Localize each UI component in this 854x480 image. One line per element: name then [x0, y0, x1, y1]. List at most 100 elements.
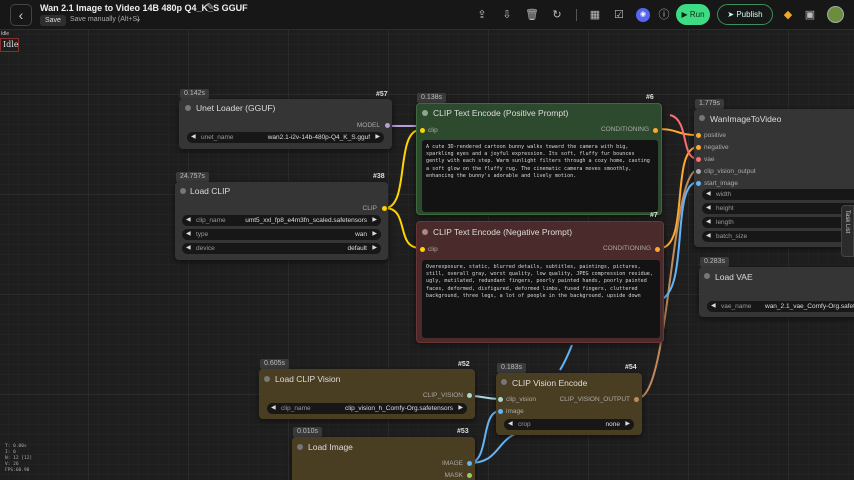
negative-input-slot[interactable]: [696, 145, 701, 150]
clip-vision-input-label: clip_vision: [506, 396, 536, 403]
top-bar: ‹ Wan 2.1 Image to Video 14B 480p Q4_K_S…: [0, 0, 854, 30]
clip-vision-encode-output-slot[interactable]: [634, 397, 639, 402]
image-output-slot[interactable]: [467, 461, 472, 466]
positive-input-label: positive: [704, 132, 727, 139]
unet-loader-node[interactable]: Unet Loader (GGUF) MODEL ◀ unet_name wan2…: [179, 99, 392, 149]
panel-icon[interactable]: ▣: [803, 8, 817, 22]
load-clip-node[interactable]: Load CLIP CLIP ◀ clip_name umt5_xxl_fp8_e…: [175, 182, 388, 260]
load-image-node[interactable]: Load Image IMAGE MASK: [292, 437, 475, 480]
clip-neg-output-slot[interactable]: [655, 247, 660, 252]
load-clip-vision-timing: 0.605s: [260, 359, 290, 369]
clip-pos-output-label: CONDITIONING: [600, 126, 649, 133]
clip-vision-output-slot[interactable]: [467, 393, 472, 398]
discord-icon[interactable]: ◉: [636, 8, 650, 22]
send-icon: ➤: [727, 10, 737, 19]
workflow-title[interactable]: Wan 2.1 Image to Video 14B 480p Q4_K_S G…: [40, 3, 248, 13]
load-image-id: #53: [457, 428, 469, 435]
wan-i2v-timing: 1.779s: [695, 99, 725, 109]
clip-vision-input-slot[interactable]: [498, 397, 503, 402]
clip-vision-encode-output-label: CLIP_VISION_OUTPUT: [559, 396, 630, 403]
back-button[interactable]: ‹: [10, 4, 32, 26]
clip-vision-name-select[interactable]: ◀ clip_name clip_vision_h_Comfy-Org.safet…: [267, 403, 467, 414]
chevron-left-icon: ‹: [18, 7, 24, 23]
clip-vision-output-input-slot[interactable]: [696, 169, 701, 174]
positive-prompt-textarea[interactable]: A cute 3D-rendered cartoon bunny walks t…: [422, 140, 658, 212]
gem-icon[interactable]: ◆: [781, 8, 795, 22]
batch-size-widget[interactable]: ◀ batch_size: [702, 231, 854, 242]
load-image-timing: 0.010s: [293, 427, 323, 437]
publish-button[interactable]: ➤ Publish: [717, 4, 773, 25]
image-input-label: image: [506, 408, 524, 415]
unet-loader-timing: 0.142s: [180, 89, 210, 99]
clip-pos-input-label: clip: [428, 127, 438, 134]
load-clip-title: Load CLIP: [190, 186, 231, 196]
wan-i2v-title: WanImageToVideo: [710, 114, 782, 124]
refresh-icon[interactable]: ↻: [550, 8, 564, 22]
clip-device-select[interactable]: ◀ device default ▶: [182, 243, 381, 254]
clip-pos-input-slot[interactable]: [420, 128, 425, 133]
load-clip-vision-id: #52: [458, 361, 470, 368]
clip-vision-encode-timing: 0.183s: [497, 363, 527, 373]
trash-icon[interactable]: 🗑: [525, 8, 539, 22]
positive-input-slot[interactable]: [696, 133, 701, 138]
clip-neg-input-label: clip: [428, 246, 438, 253]
pencil-icon[interactable]: ✎: [206, 2, 214, 13]
mask-output-slot[interactable]: [467, 473, 472, 478]
negative-conditioning-wire: [659, 146, 699, 249]
length-widget[interactable]: ◀ length: [702, 217, 854, 228]
render-stats: T: 0.00s I: 0 N: 12 [12] V: 26 FPS:60.98: [5, 444, 33, 473]
clip-negative-node[interactable]: CLIP Text Encode (Negative Prompt) clip …: [416, 221, 664, 343]
clip-vision-encode-title: CLIP Vision Encode: [512, 378, 588, 388]
info-icon[interactable]: ⓘ: [657, 8, 671, 22]
run-button[interactable]: ▶ Run: [676, 4, 710, 25]
vae-input-slot[interactable]: [696, 157, 701, 162]
model-output-label: MODEL: [356, 122, 380, 129]
load-vae-title: Load VAE: [715, 272, 753, 282]
clip-neg-input-slot[interactable]: [420, 247, 425, 252]
image-input-slot[interactable]: [498, 409, 503, 414]
vae-input-label: vae: [704, 156, 715, 163]
unet-loader-title: Unet Loader (GGUF): [196, 103, 276, 113]
upload-icon[interactable]: ⇪: [475, 8, 489, 22]
clip-pos-id: #6: [646, 94, 654, 101]
clip-neg-output-label: CONDITIONING: [602, 245, 651, 252]
grid-icon[interactable]: ▦: [588, 8, 602, 22]
vae-name-select[interactable]: ◀ vae_name wan_2.1_vae_Comfy-Org.safet: [707, 301, 854, 312]
crop-select[interactable]: ◀ crop none ▶: [504, 419, 634, 430]
mask-output-label: MASK: [444, 472, 463, 479]
load-vae-node[interactable]: Load VAE ◀ vae_name wan_2.1_vae_Comfy-Org…: [699, 267, 854, 317]
task-list-tab[interactable]: Task List: [841, 205, 854, 257]
clip-positive-node[interactable]: CLIP Text Encode (Positive Prompt) clip …: [416, 103, 662, 215]
clip-output-slot[interactable]: [382, 206, 387, 211]
height-widget[interactable]: ◀ height: [702, 203, 854, 214]
clip-pos-title: CLIP Text Encode (Positive Prompt): [433, 108, 569, 118]
idle-status-box: Idle: [0, 38, 19, 52]
start-image-input-slot[interactable]: [696, 181, 701, 186]
load-vae-timing: 0.283s: [700, 257, 730, 267]
clip-type-select[interactable]: ◀ type wan ▶: [182, 229, 381, 240]
download-icon[interactable]: ⇩: [500, 8, 514, 22]
load-clip-vision-node[interactable]: Load CLIP Vision CLIP_VISION ◀ clip_name …: [259, 369, 475, 419]
unet-name-select[interactable]: ◀ unet_name wan2.1-i2v-14b-480p-Q4_K_S.gg…: [187, 132, 384, 143]
load-clip-vision-title: Load CLIP Vision: [275, 374, 341, 384]
clip-name-select[interactable]: ◀ clip_name umt5_xxl_fp8_e4m3fn_scaled.sa…: [182, 215, 381, 226]
avatar[interactable]: [827, 6, 844, 23]
save-button[interactable]: Save: [40, 15, 66, 26]
checklist-icon[interactable]: ☑: [612, 8, 626, 22]
clip-vision-output-input-label: clip_vision_output: [704, 168, 756, 175]
wan-image-to-video-node[interactable]: WanImageToVideo positive negative vae cl…: [694, 109, 854, 247]
save-shortcut-label: Save manually (Alt+S): [70, 16, 140, 23]
width-widget[interactable]: ◀ width: [702, 189, 854, 200]
clip-vision-encode-id: #54: [625, 364, 637, 371]
clip-neg-title: CLIP Text Encode (Negative Prompt): [433, 227, 573, 237]
clip-pos-output-slot[interactable]: [653, 128, 658, 133]
negative-prompt-textarea[interactable]: Overexposure, static, blurred details, s…: [422, 260, 660, 338]
clip-wire-negative: [384, 207, 421, 249]
start-image-input-label: start_image: [704, 180, 738, 187]
load-clip-id: #38: [373, 173, 385, 180]
image-output-label: IMAGE: [442, 460, 463, 467]
model-output-slot[interactable]: [385, 123, 390, 128]
clip-vision-encode-node[interactable]: CLIP Vision Encode clip_vision image CLI…: [496, 373, 642, 435]
positive-conditioning-wire: [656, 128, 699, 136]
chevron-down-icon[interactable]: ⌄: [135, 14, 142, 23]
